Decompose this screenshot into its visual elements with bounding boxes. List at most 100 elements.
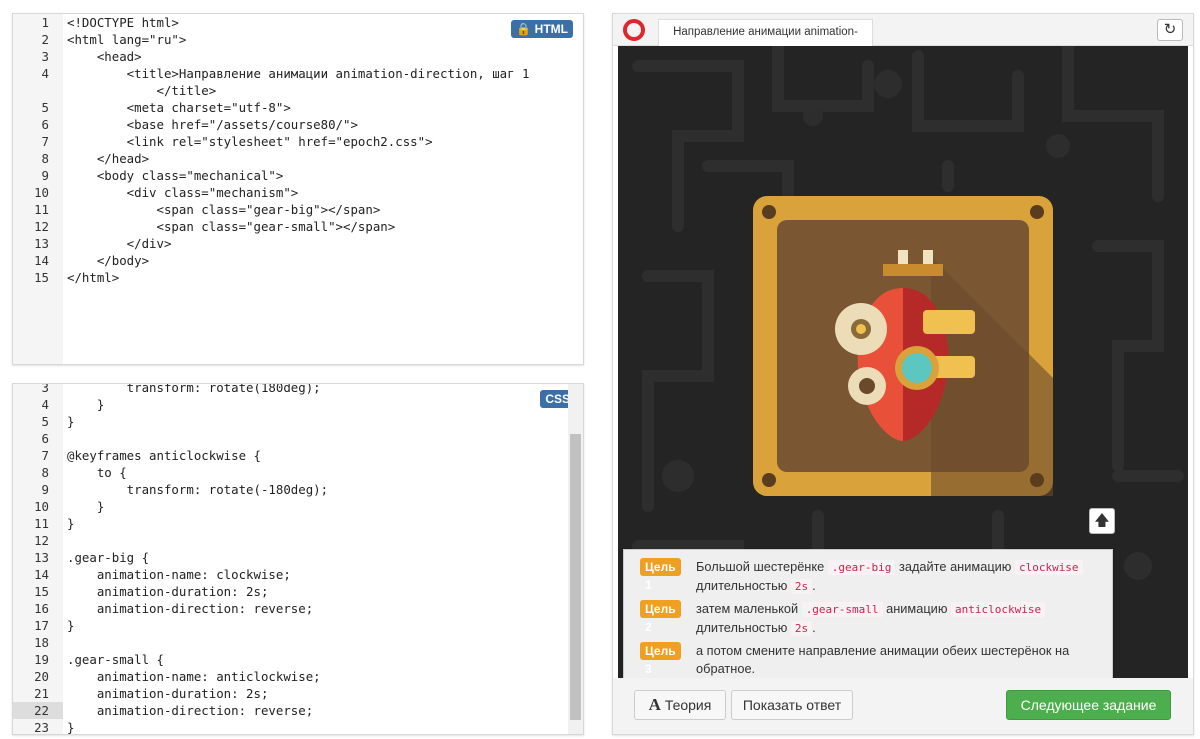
code-line[interactable]: 13 .gear-big {	[13, 549, 583, 566]
line-number: 20	[34, 669, 49, 684]
preview-panel: Направление анимации animation- ↻ Цель 1…	[612, 13, 1194, 735]
code-line[interactable]: 3 transform: rotate(180deg);	[13, 383, 583, 396]
code-line[interactable]: 1 <!DOCTYPE html>	[13, 14, 583, 31]
line-text: </div>	[67, 236, 172, 251]
line-number: 3	[41, 383, 49, 395]
line-number: 18	[34, 635, 49, 650]
code-line[interactable]: 12	[13, 532, 583, 549]
code-line[interactable]: 14 animation-name: clockwise;	[13, 566, 583, 583]
code-line[interactable]: 23}	[13, 719, 583, 735]
code-line[interactable]: 7 @keyframes anticlockwise {	[13, 447, 583, 464]
code-line[interactable]: 6	[13, 430, 583, 447]
code-line[interactable]: 9 <body class="mechanical">	[13, 167, 583, 184]
css-scrollbar[interactable]	[568, 384, 583, 734]
goal-text-part: длительностью	[696, 620, 791, 635]
line-text: </html>	[67, 270, 120, 285]
code-line[interactable]: 7 <link rel="stylesheet" href="epoch2.cs…	[13, 133, 583, 150]
browser-tab[interactable]: Направление анимации animation-	[658, 19, 873, 46]
code-line[interactable]: 2 <html lang="ru">	[13, 31, 583, 48]
show-answer-button[interactable]: Показать ответ	[731, 690, 853, 720]
line-text: <span class="gear-small"></span>	[67, 219, 396, 234]
code-line[interactable]: 12 <span class="gear-small"></span>	[13, 218, 583, 235]
code-line[interactable]: 5}	[13, 413, 583, 430]
code-line[interactable]: 4 <title>Направление анимации animation-…	[13, 65, 583, 82]
line-text: <meta charset="utf-8">	[67, 100, 291, 115]
code-line[interactable]: 13 </div>	[13, 235, 583, 252]
line-number: 12	[34, 533, 49, 548]
line-number: 21	[34, 686, 49, 701]
line-text: <div class="mechanism">	[67, 185, 299, 200]
code-line[interactable]: </title>	[13, 82, 583, 99]
code-line[interactable]: 3 <head>	[13, 48, 583, 65]
code-line[interactable]: 9 transform: rotate(-180deg);	[13, 481, 583, 498]
line-text: <span class="gear-big"></span>	[67, 202, 381, 217]
code-line[interactable]: 19 .gear-small {	[13, 651, 583, 668]
code-line[interactable]: 11 <span class="gear-big"></span>	[13, 201, 583, 218]
line-number: 8	[41, 465, 49, 480]
html-code[interactable]: 1 <!DOCTYPE html> 2 <html lang="ru"> 3 <head…	[13, 14, 583, 286]
code-line[interactable]: 11}	[13, 515, 583, 532]
code-line[interactable]: 5 <meta charset="utf-8">	[13, 99, 583, 116]
line-number: 17	[34, 618, 49, 633]
goal-code: 2s	[790, 621, 813, 636]
line-number: 12	[34, 219, 49, 234]
code-line[interactable]: 17}	[13, 617, 583, 634]
line-number: 10	[34, 499, 49, 514]
footer-bar: A Теория Показать ответ Следующее задани…	[613, 678, 1193, 734]
goal-tag: Цель 3	[640, 642, 681, 676]
collapse-goals-button[interactable]: 🡅	[1089, 508, 1115, 534]
line-text: }	[67, 720, 75, 735]
code-line[interactable]: 14 </body>	[13, 252, 583, 269]
html-editor[interactable]: 1 <!DOCTYPE html> 2 <html lang="ru"> 3 <head…	[12, 13, 584, 365]
code-line[interactable]: 22 animation-direction: reverse;	[13, 702, 583, 719]
line-text: @keyframes anticlockwise {	[67, 448, 261, 463]
code-line[interactable]: 15 animation-duration: 2s;	[13, 583, 583, 600]
line-number: 6	[41, 431, 49, 446]
next-task-button[interactable]: Следующее задание	[1006, 690, 1171, 720]
code-line[interactable]: 8 </head>	[13, 150, 583, 167]
line-number: 7	[41, 134, 49, 149]
line-text: animation-direction: reverse;	[67, 601, 314, 616]
css-code[interactable]: 3 transform: rotate(180deg); 4 } 5} 6 7 @keyf…	[13, 383, 583, 735]
css-editor[interactable]: 3 transform: rotate(180deg); 4 } 5} 6 7 @keyf…	[12, 383, 584, 735]
line-text: transform: rotate(180deg);	[67, 383, 321, 395]
code-line[interactable]: 8 to {	[13, 464, 583, 481]
line-number: 6	[41, 117, 49, 132]
code-line[interactable]: 16 animation-direction: reverse;	[13, 600, 583, 617]
line-number: 5	[41, 100, 49, 115]
theory-label: Теория	[664, 697, 712, 713]
line-text: <title>Направление анимации animation-di…	[67, 66, 530, 81]
preview-stage: Цель 1 Большой шестерёнке .gear-big задай…	[618, 46, 1188, 680]
line-number: 11	[34, 516, 49, 531]
line-number: 8	[41, 151, 49, 166]
goal-text: а потом смените направление анимации обе…	[696, 642, 1096, 678]
code-line[interactable]: 21 animation-duration: 2s;	[13, 685, 583, 702]
line-number: 14	[34, 567, 49, 582]
line-number: 11	[34, 202, 49, 217]
code-line[interactable]: 10 }	[13, 498, 583, 515]
code-line[interactable]: 20 animation-name: anticlockwise;	[13, 668, 583, 685]
goal-tag: Цель 2	[640, 600, 681, 634]
html-badge-label: HTML	[534, 22, 568, 36]
code-line[interactable]: 6 <base href="/assets/course80/">	[13, 116, 583, 133]
code-line[interactable]: 4 }	[13, 396, 583, 413]
line-number: 7	[41, 448, 49, 463]
code-line[interactable]: 10 <div class="mechanism">	[13, 184, 583, 201]
html-badge: 🔒 HTML	[511, 20, 573, 38]
goal-text-part: анимацию	[882, 601, 951, 616]
line-text: animation-name: clockwise;	[67, 567, 291, 582]
line-number: 15	[34, 270, 49, 285]
line-text: <head>	[67, 49, 142, 64]
line-number: 14	[34, 253, 49, 268]
theory-button[interactable]: A Теория	[634, 690, 726, 720]
line-text: animation-name: anticlockwise;	[67, 669, 321, 684]
line-number: 16	[34, 601, 49, 616]
code-line[interactable]: 18	[13, 634, 583, 651]
code-line[interactable]: 15 </html>	[13, 269, 583, 286]
reload-icon[interactable]: ↻	[1157, 19, 1183, 41]
scroll-thumb[interactable]	[570, 434, 581, 720]
goal-code: anticlockwise	[950, 602, 1046, 617]
line-number: 3	[41, 49, 49, 64]
line-text: }	[67, 618, 75, 633]
line-number: 5	[41, 414, 49, 429]
